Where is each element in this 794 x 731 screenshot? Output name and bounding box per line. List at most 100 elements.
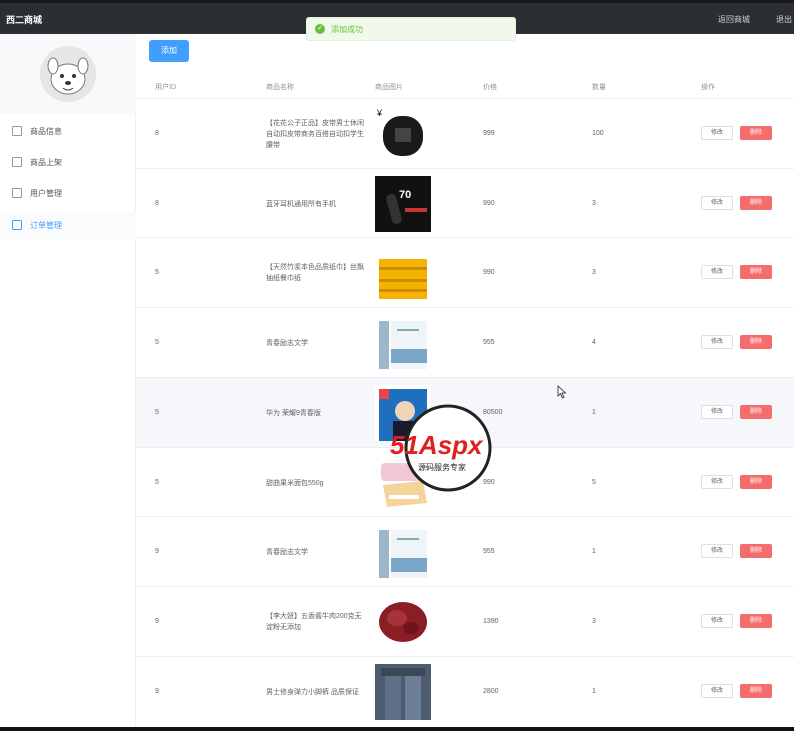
cell-quantity: 4 [592,339,596,347]
product-image [375,663,431,720]
delete-button[interactable]: 删除 [740,404,772,419]
table-row: 5 【天然竹浆本色品质纸巾】丝飘抽纸餐巾纸 990 3 修改 删除 [136,237,794,307]
table-row: 9 青春励志文学 955 1 修改 删除 [136,516,794,586]
edit-button[interactable]: 修改 [701,683,733,698]
sidebar: 商品信息 商品上架 用户管理 订单管理 [0,34,136,727]
col-header-name: 商品名称 [266,84,294,91]
table-row: 9 男士修身弹力小脚裤 品质保证 2800 1 修改 删除 [136,655,794,726]
brand-title: 西二商城 [6,15,43,25]
doc-icon [12,126,22,136]
product-image [375,315,431,372]
bookmark-icon [12,188,22,198]
sidebar-item-listing[interactable]: 商品上架 [0,148,136,176]
table-row: 9 【李大妞】五香酱牛肉200克无淀粉无添加 1390 3 修改 删除 [136,585,794,656]
edit-icon [12,157,22,167]
cell-quantity: 1 [592,548,596,556]
cell-price: 990 [483,269,495,277]
cell-product-name: 甜曲果米面包550g [266,479,324,487]
edit-button[interactable]: 修改 [701,265,733,280]
col-header-price: 价格 [483,84,497,91]
sidebar-item-label: 用户管理 [30,188,62,198]
product-image [375,245,431,302]
cell-uid: 5 [155,339,159,347]
cell-product-name: 蓝牙耳机通用所有手机 [266,200,336,208]
watermark-sub: 源码服务专家 [418,462,466,472]
cell-product-name: 男士修身弹力小脚裤 品质保证 [266,688,359,696]
product-image [375,524,431,581]
sidebar-item-products[interactable]: 商品信息 [0,117,136,145]
cell-price: 955 [483,339,495,347]
product-image: ¥ [375,106,431,162]
toast-text: 添加成功 [331,24,363,34]
cell-product-name: 【天然竹浆本色品质纸巾】丝飘抽纸餐巾纸 [266,264,364,283]
avatar [40,46,96,102]
cell-product-name: 华为 荣耀9青春版 [266,409,321,417]
cell-price: 2800 [483,687,499,695]
edit-button[interactable]: 修改 [701,404,733,419]
table-row: 8 蓝牙耳机通用所有手机 70 990 3 修改 删除 [136,167,794,238]
edit-button[interactable]: 修改 [701,126,733,140]
cell-product-name: 青春励志文学 [266,549,308,557]
sidebar-item-label: 商品上架 [30,157,62,167]
delete-button[interactable]: 删除 [740,613,772,628]
avatar-area [0,34,136,114]
cell-quantity: 100 [592,130,604,137]
edit-button[interactable]: 修改 [701,474,733,489]
col-header-uid: 用户ID [155,84,176,91]
logout-link[interactable]: 退出 [776,14,792,25]
success-toast: ✓ 添加成功 [306,17,516,41]
svg-text:¥: ¥ [376,108,383,118]
cell-uid: 9 [155,687,159,695]
cell-product-name: 【李大妞】五香酱牛肉200克无淀粉无添加 [266,612,362,631]
delete-button[interactable]: 删除 [740,265,772,280]
cell-quantity: 1 [592,408,596,416]
svg-text:70: 70 [399,189,411,201]
delete-button[interactable]: 删除 [740,683,772,698]
back-to-store-link[interactable]: 返回商城 [718,14,750,25]
delete-button[interactable]: 删除 [740,474,772,489]
cell-price: 1390 [483,617,499,625]
product-image [375,593,431,650]
cell-quantity: 3 [592,617,596,625]
bookmark-icon [12,220,22,230]
sidebar-item-users[interactable]: 用户管理 [0,179,136,207]
col-header-image: 商品图片 [375,84,403,91]
cell-uid: 5 [155,408,159,416]
delete-button[interactable]: 删除 [740,544,772,559]
sidebar-item-label: 订单管理 [30,220,62,230]
cell-quantity: 3 [592,269,596,277]
edit-button[interactable]: 修改 [701,544,733,559]
cell-uid: 9 [155,548,159,556]
cell-product-name: 青春励志文学 [266,340,308,348]
sidebar-item-orders[interactable]: 订单管理 [0,211,136,239]
table-row: 8 【花花公子正品】皮带男士休闲自动扣皮带商务百搭自动扣学生腰带 ¥999 100 修改… [136,98,794,168]
delete-button[interactable]: 删除 [740,335,772,350]
table-header: 用户ID 商品名称 商品图片 价格 数量 操作 [136,74,794,98]
cell-quantity: 3 [592,199,596,207]
cell-price: 990 [483,199,495,207]
delete-button[interactable]: 删除 [740,195,772,210]
cell-uid: 8 [155,130,159,137]
edit-button[interactable]: 修改 [701,195,733,210]
bottom-edge [0,727,794,731]
cell-quantity: 5 [592,478,596,486]
watermark-logo: 51Aspx 源码服务专家 [388,402,508,494]
cell-uid: 5 [155,478,159,486]
app-window: 西二商城 返回商城 退出 ✓ 添加成功 商品信息 商品上架 用户管理 订单管理 … [0,0,794,727]
cell-price: 999 [483,130,495,137]
product-image: 70 [375,175,431,232]
col-header-actions: 操作 [701,84,715,91]
sidebar-item-label: 商品信息 [30,126,62,136]
cell-product-name: 【花花公子正品】皮带男士休闲自动扣皮带商务百搭自动扣学生腰带 [266,120,364,149]
cell-price: 955 [483,548,495,556]
cell-uid: 8 [155,199,159,207]
cell-uid: 5 [155,269,159,277]
edit-button[interactable]: 修改 [701,613,733,628]
add-button[interactable]: 添加 [149,40,189,62]
col-header-qty: 数量 [592,84,606,91]
delete-button[interactable]: 删除 [740,126,772,140]
edit-button[interactable]: 修改 [701,335,733,350]
cell-quantity: 1 [592,687,596,695]
cell-uid: 9 [155,617,159,625]
watermark-main: 51Aspx [390,430,484,460]
